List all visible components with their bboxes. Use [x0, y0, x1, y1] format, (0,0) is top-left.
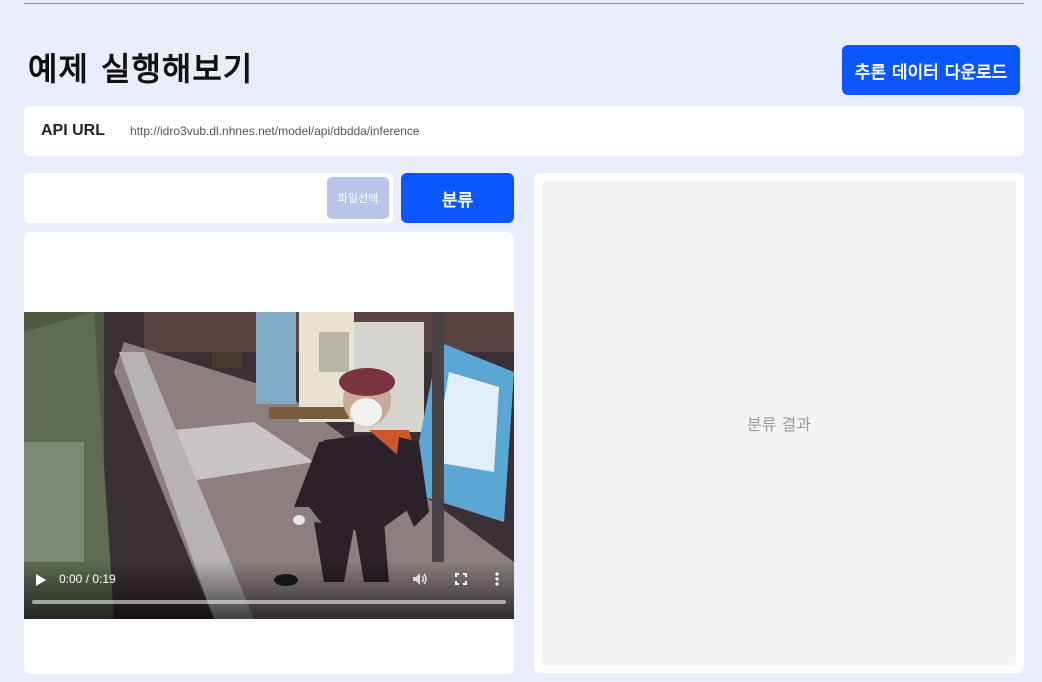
- video-time-display: 0:00 / 0:19: [59, 572, 116, 586]
- page-title: 예제 실행해보기: [28, 50, 254, 88]
- more-vertical-icon[interactable]: [495, 571, 499, 590]
- api-url-input[interactable]: [130, 118, 1010, 144]
- result-placeholder: 분류 결과: [747, 415, 811, 434]
- video-progress-bar[interactable]: [32, 600, 506, 604]
- file-select-button[interactable]: 파일선택: [327, 177, 389, 219]
- classify-button[interactable]: 분류: [401, 173, 514, 223]
- video-controls: 0:00 / 0:19: [24, 560, 514, 619]
- video-card: 0:00 / 0:19: [24, 232, 514, 674]
- top-divider: [24, 3, 1024, 4]
- play-icon[interactable]: [35, 572, 47, 586]
- fullscreen-icon[interactable]: [454, 571, 468, 590]
- file-upload-box[interactable]: 파일선택: [24, 173, 393, 223]
- volume-icon[interactable]: [412, 571, 428, 590]
- result-area: 분류 결과: [542, 181, 1016, 665]
- result-card: 분류 결과: [534, 173, 1024, 673]
- video-player[interactable]: 0:00 / 0:19: [24, 312, 514, 619]
- download-inference-data-button[interactable]: 추론 데이터 다운로드: [842, 45, 1020, 95]
- api-url-label: API URL: [41, 122, 105, 139]
- api-url-bar: API URL: [24, 106, 1024, 156]
